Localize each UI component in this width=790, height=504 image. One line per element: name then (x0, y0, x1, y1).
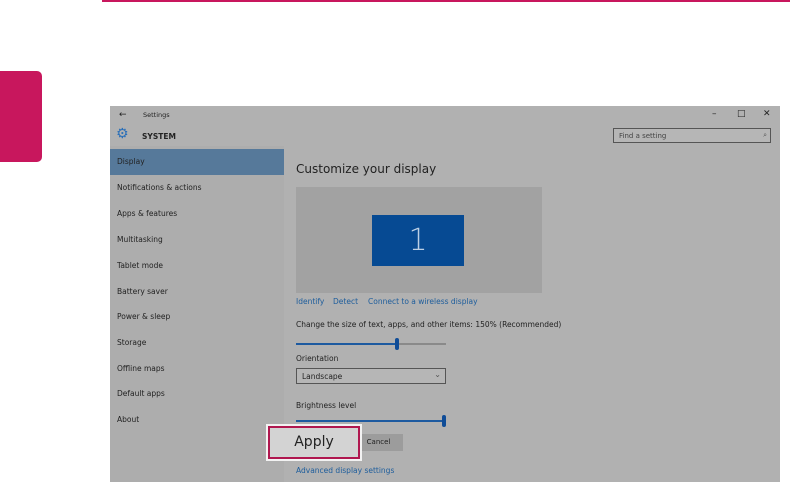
header-rule (102, 0, 790, 2)
search-placeholder: Find a setting (619, 132, 667, 140)
scale-label: Change the size of text, apps, and other… (296, 320, 562, 329)
back-arrow-icon[interactable]: ← (119, 110, 127, 120)
slider-thumb[interactable] (395, 338, 399, 350)
identify-link[interactable]: Identify (296, 297, 324, 306)
slider-fill (296, 343, 397, 345)
search-input[interactable]: Find a setting ⌕ (613, 128, 771, 143)
orientation-value: Landscape (302, 372, 343, 381)
section-title: SYSTEM (142, 132, 176, 141)
sidebar-item-display[interactable]: Display (110, 149, 284, 175)
settings-window: ← Settings – □ ✕ ⚙ SYSTEM Find a setting… (110, 106, 780, 482)
wireless-display-link[interactable]: Connect to a wireless display (368, 297, 478, 306)
sidebar: Display Notifications & actions Apps & f… (110, 146, 284, 482)
orientation-dropdown[interactable]: Landscape ⌄ (296, 368, 446, 384)
maximize-icon[interactable]: □ (737, 109, 746, 119)
sidebar-item-default-apps[interactable]: Default apps (110, 381, 284, 407)
sidebar-item-about[interactable]: About (110, 407, 284, 433)
slider-fill (296, 420, 446, 422)
sidebar-item-multitasking[interactable]: Multitasking (110, 227, 284, 253)
brightness-label: Brightness level (296, 401, 357, 410)
sidebar-item-apps[interactable]: Apps & features (110, 201, 284, 227)
sidebar-item-offline-maps[interactable]: Offline maps (110, 356, 284, 382)
minimize-icon[interactable]: – (712, 109, 717, 119)
display-preview: 1 (296, 187, 542, 293)
detect-link[interactable]: Detect (333, 297, 358, 306)
sidebar-item-tablet-mode[interactable]: Tablet mode (110, 253, 284, 279)
apply-button[interactable]: Apply (266, 424, 362, 461)
orientation-label: Orientation (296, 354, 339, 363)
sidebar-item-power-sleep[interactable]: Power & sleep (110, 304, 284, 330)
chevron-down-icon: ⌄ (434, 370, 441, 379)
sidebar-item-storage[interactable]: Storage (110, 330, 284, 356)
close-icon[interactable]: ✕ (763, 109, 771, 119)
window-title: Settings (143, 111, 170, 119)
chapter-tab (0, 71, 42, 162)
slider-thumb[interactable] (442, 415, 446, 427)
gear-icon: ⚙ (116, 126, 129, 142)
advanced-display-settings-link[interactable]: Advanced display settings (296, 466, 394, 475)
search-icon[interactable]: ⌕ (763, 131, 767, 140)
sidebar-item-notifications[interactable]: Notifications & actions (110, 175, 284, 201)
cancel-button[interactable]: Cancel (354, 434, 403, 451)
page-title: Customize your display (296, 162, 437, 176)
sidebar-item-battery-saver[interactable]: Battery saver (110, 279, 284, 305)
monitor-1[interactable]: 1 (372, 215, 464, 266)
scale-slider[interactable] (296, 338, 446, 350)
